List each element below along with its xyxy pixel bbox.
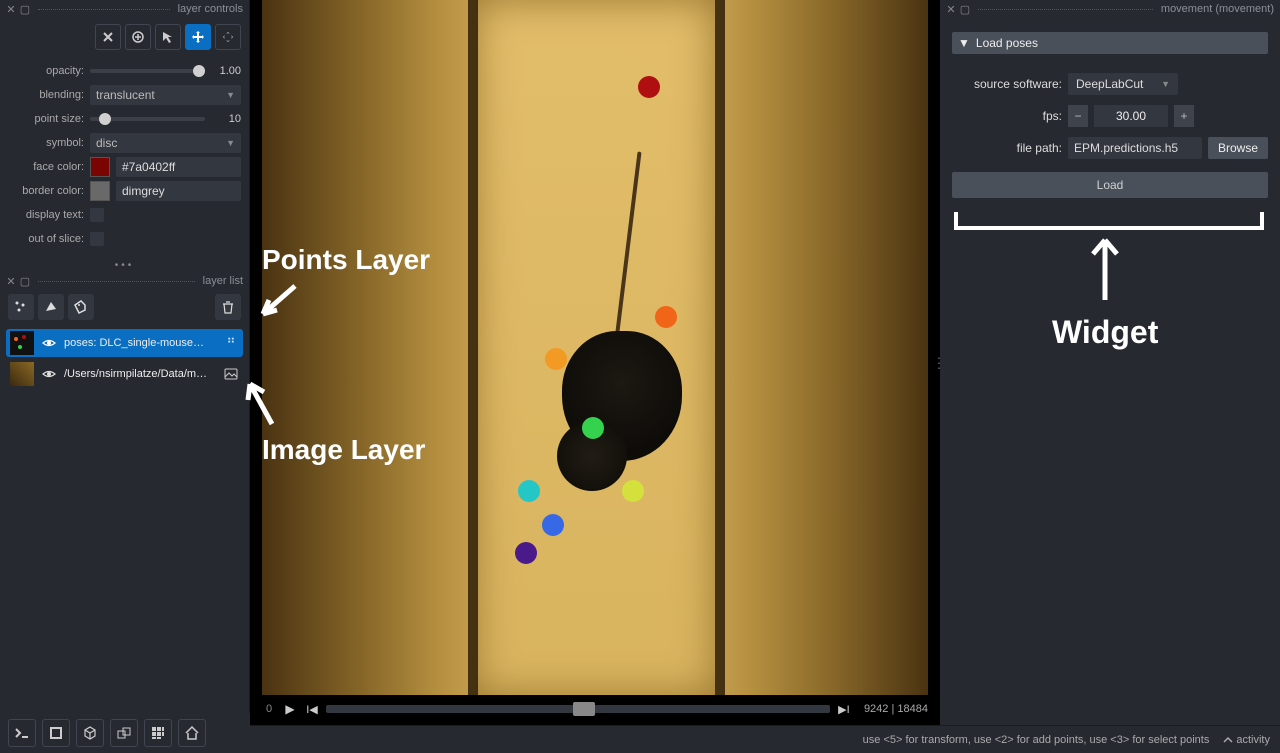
new-labels-button[interactable]: [68, 294, 94, 320]
browse-button[interactable]: Browse: [1208, 137, 1268, 159]
new-points-button[interactable]: [8, 294, 34, 320]
undock-icon[interactable]: ▢: [20, 276, 30, 286]
file-path-input[interactable]: EPM.predictions.h5: [1068, 137, 1202, 159]
layer-item-image[interactable]: /Users/nsirmpilatze/Data/m…: [6, 360, 243, 388]
add-points-tool[interactable]: [125, 24, 151, 50]
border-color-swatch[interactable]: [90, 181, 110, 201]
viewer-toolbar: [0, 713, 250, 753]
ndisplay-button[interactable]: [42, 719, 70, 747]
close-icon[interactable]: ✕: [946, 4, 956, 14]
out-of-slice-label: out of slice:: [8, 233, 84, 245]
display-text-checkbox[interactable]: [90, 208, 104, 222]
layer-label: poses: DLC_single-mouse…: [64, 337, 217, 349]
play-button[interactable]: ▶: [282, 701, 298, 717]
fps-label: fps:: [952, 109, 1062, 123]
keypoint[interactable]: [582, 417, 604, 439]
triangle-down-icon: ▼: [958, 36, 970, 50]
status-hint: use <5> for transform, use <2> for add p…: [863, 734, 1210, 746]
home-button[interactable]: [178, 719, 206, 747]
border-color-input[interactable]: dimgrey: [116, 181, 241, 201]
movement-widget-header: ✕ ▢ movement (movement): [940, 0, 1280, 18]
visibility-toggle[interactable]: [40, 336, 58, 350]
layer-controls-title: layer controls: [178, 3, 243, 15]
viewer-canvas[interactable]: ⋮ 0 ▶ I◀ ▶I 9242 | 18484: [250, 0, 940, 725]
panel-drag-handle[interactable]: •••: [0, 260, 249, 272]
image-type-icon: [223, 367, 239, 381]
delete-points-tool[interactable]: [95, 24, 121, 50]
close-icon[interactable]: ✕: [6, 4, 16, 14]
keypoint[interactable]: [518, 480, 540, 502]
fps-input[interactable]: 30.00: [1094, 105, 1168, 127]
opacity-value: 1.00: [211, 65, 241, 77]
frame-slider[interactable]: [326, 705, 830, 713]
border-color-label: border color:: [8, 185, 84, 197]
step-fwd-button[interactable]: ▶I: [836, 701, 852, 717]
layer-controls-header: ✕ ▢ layer controls: [0, 0, 249, 18]
dim-index: 0: [262, 703, 276, 715]
select-points-tool[interactable]: [155, 24, 181, 50]
new-shapes-button[interactable]: [38, 294, 64, 320]
symbol-label: symbol:: [8, 137, 84, 149]
close-icon[interactable]: ✕: [6, 276, 16, 286]
blending-select[interactable]: translucent▼: [90, 85, 241, 105]
keypoint[interactable]: [655, 306, 677, 328]
source-software-label: source software:: [952, 77, 1062, 91]
file-path-label: file path:: [952, 141, 1062, 155]
out-of-slice-checkbox[interactable]: [90, 232, 104, 246]
point-size-slider[interactable]: [90, 117, 205, 121]
point-size-value: 10: [211, 113, 241, 125]
widget-title: movement (movement): [1161, 3, 1274, 15]
console-button[interactable]: [8, 719, 36, 747]
display-text-label: display text:: [8, 209, 84, 221]
layer-thumbnail-points: [10, 331, 34, 355]
chevron-up-icon: [1223, 735, 1233, 745]
face-color-swatch[interactable]: [90, 157, 110, 177]
keypoint[interactable]: [542, 514, 564, 536]
transpose-button[interactable]: [110, 719, 138, 747]
fps-decrement[interactable]: −: [1068, 105, 1088, 127]
undock-icon[interactable]: ▢: [20, 4, 30, 14]
pan-zoom-tool[interactable]: [185, 24, 211, 50]
layer-thumbnail-image: [10, 362, 34, 386]
face-color-input[interactable]: #7a0402ff: [116, 157, 241, 177]
step-back-button[interactable]: I◀: [304, 701, 320, 717]
keypoint[interactable]: [515, 542, 537, 564]
point-size-label: point size:: [8, 113, 84, 125]
layer-item-poses[interactable]: poses: DLC_single-mouse… ⠛: [6, 329, 243, 357]
symbol-select[interactable]: disc▼: [90, 133, 241, 153]
points-type-icon: ⠛: [223, 336, 239, 350]
load-poses-section[interactable]: ▼ Load poses: [952, 32, 1268, 54]
activity-button[interactable]: activity: [1223, 734, 1270, 746]
annotation-bracket: [954, 212, 1264, 230]
undock-icon[interactable]: ▢: [960, 4, 970, 14]
opacity-slider[interactable]: [90, 69, 205, 73]
layer-label: /Users/nsirmpilatze/Data/m…: [64, 368, 217, 380]
frame-counter: 9242 | 18484: [864, 703, 928, 715]
status-bar: use <5> for transform, use <2> for add p…: [250, 725, 1280, 753]
face-color-label: face color:: [8, 161, 84, 173]
keypoint[interactable]: [622, 480, 644, 502]
opacity-label: opacity:: [8, 65, 84, 77]
layer-list: poses: DLC_single-mouse… ⠛ /Users/nsirmp…: [0, 324, 249, 393]
layer-list-title: layer list: [203, 275, 243, 287]
source-software-select[interactable]: DeepLabCut▼: [1068, 73, 1178, 95]
points-tool-row: [8, 24, 241, 50]
layer-list-header: ✕ ▢ layer list: [0, 272, 249, 290]
load-button[interactable]: Load: [952, 172, 1268, 198]
chevron-down-icon: ▼: [226, 138, 235, 148]
fps-increment[interactable]: +: [1174, 105, 1194, 127]
keypoint[interactable]: [545, 348, 567, 370]
roll-dims-button[interactable]: [76, 719, 104, 747]
visibility-toggle[interactable]: [40, 367, 58, 381]
chevron-down-icon: ▼: [1161, 79, 1170, 89]
grid-button[interactable]: [144, 719, 172, 747]
delete-layer-button[interactable]: [215, 294, 241, 320]
transform-tool[interactable]: [215, 24, 241, 50]
chevron-down-icon: ▼: [226, 90, 235, 100]
blending-label: blending:: [8, 89, 84, 101]
